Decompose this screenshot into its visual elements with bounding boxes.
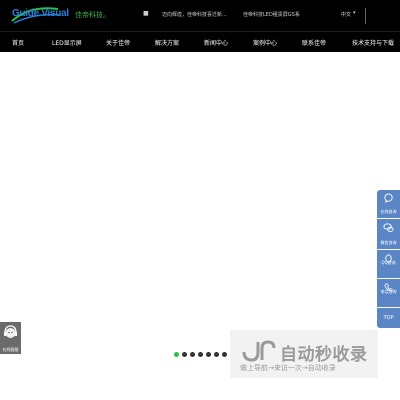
- carousel-dot[interactable]: [174, 352, 179, 357]
- chat-icon: [384, 193, 393, 204]
- top-header: Guide Visual 佳帝科技。 ■ 迈向辉煌，佳帝科技喜迁新... 佳帝科…: [0, 0, 400, 31]
- header-news-link[interactable]: 迈向辉煌，佳帝科技喜迁新...: [162, 11, 227, 18]
- sidebar-label: 电话咨询: [380, 289, 397, 294]
- sidebar-label: 微信咨询: [380, 240, 397, 245]
- nav-item-news[interactable]: 新闻中心: [204, 38, 228, 47]
- carousel-dot[interactable]: [214, 352, 219, 357]
- nav-item-cases[interactable]: 案例中心: [253, 38, 277, 47]
- customer-service-label: 在线客服: [2, 347, 19, 352]
- watermark: 自动秒收录 做上导航→来访一次→自动收录: [230, 330, 378, 378]
- online-consult-button[interactable]: 在线咨询: [377, 190, 400, 218]
- carousel-dot[interactable]: [182, 352, 187, 357]
- sidebar-label: QQ咨询: [381, 260, 396, 265]
- company-slogan: 佳帝科技。: [75, 11, 110, 19]
- nav-item-support[interactable]: 技术支持与下载: [352, 38, 394, 47]
- main-nav: 首页 LED显示屏 关于佳帝 解决方案 新闻中心 案例中心 联系佳帝 技术支持与…: [0, 31, 400, 52]
- carousel-dot[interactable]: [190, 352, 195, 357]
- separator-mark: ■: [143, 10, 149, 17]
- headset-icon: [4, 325, 17, 338]
- top-label: TOP: [383, 315, 394, 321]
- sidebar-label: 在线咨询: [380, 209, 397, 214]
- nav-item-about[interactable]: 关于佳帝: [106, 38, 130, 47]
- wechat-consult-button[interactable]: 微信咨询: [377, 219, 400, 249]
- nav-item-led-display[interactable]: LED显示屏: [52, 38, 82, 47]
- customer-service-button[interactable]: 在线客服: [0, 322, 21, 354]
- chevron-down-icon[interactable]: ▾: [353, 10, 356, 16]
- wechat-icon: [383, 223, 394, 232]
- carousel-dot[interactable]: [206, 352, 211, 357]
- nav-item-contact[interactable]: 联系佳帝: [302, 38, 326, 47]
- carousel-dot[interactable]: [198, 352, 203, 357]
- language-selector[interactable]: 中文: [341, 11, 351, 18]
- header-news-link[interactable]: 佳帝科技LED租赁屏GS系: [243, 11, 300, 18]
- carousel-dot[interactable]: [222, 352, 227, 357]
- back-to-top-button[interactable]: TOP: [377, 308, 400, 328]
- phone-consult-button[interactable]: 电话咨询: [377, 279, 400, 307]
- nav-item-solutions[interactable]: 解决方案: [155, 38, 179, 47]
- logo-text[interactable]: Guide Visual: [12, 8, 69, 19]
- divider: [365, 8, 366, 24]
- watermark-subtitle: 做上导航→来访一次→自动收录: [240, 364, 336, 372]
- nav-item-home[interactable]: 首页: [12, 38, 24, 47]
- watermark-title: 自动秒收录: [280, 345, 368, 365]
- watermark-logo-icon: [242, 340, 276, 362]
- qq-consult-button[interactable]: QQ咨询: [377, 250, 400, 278]
